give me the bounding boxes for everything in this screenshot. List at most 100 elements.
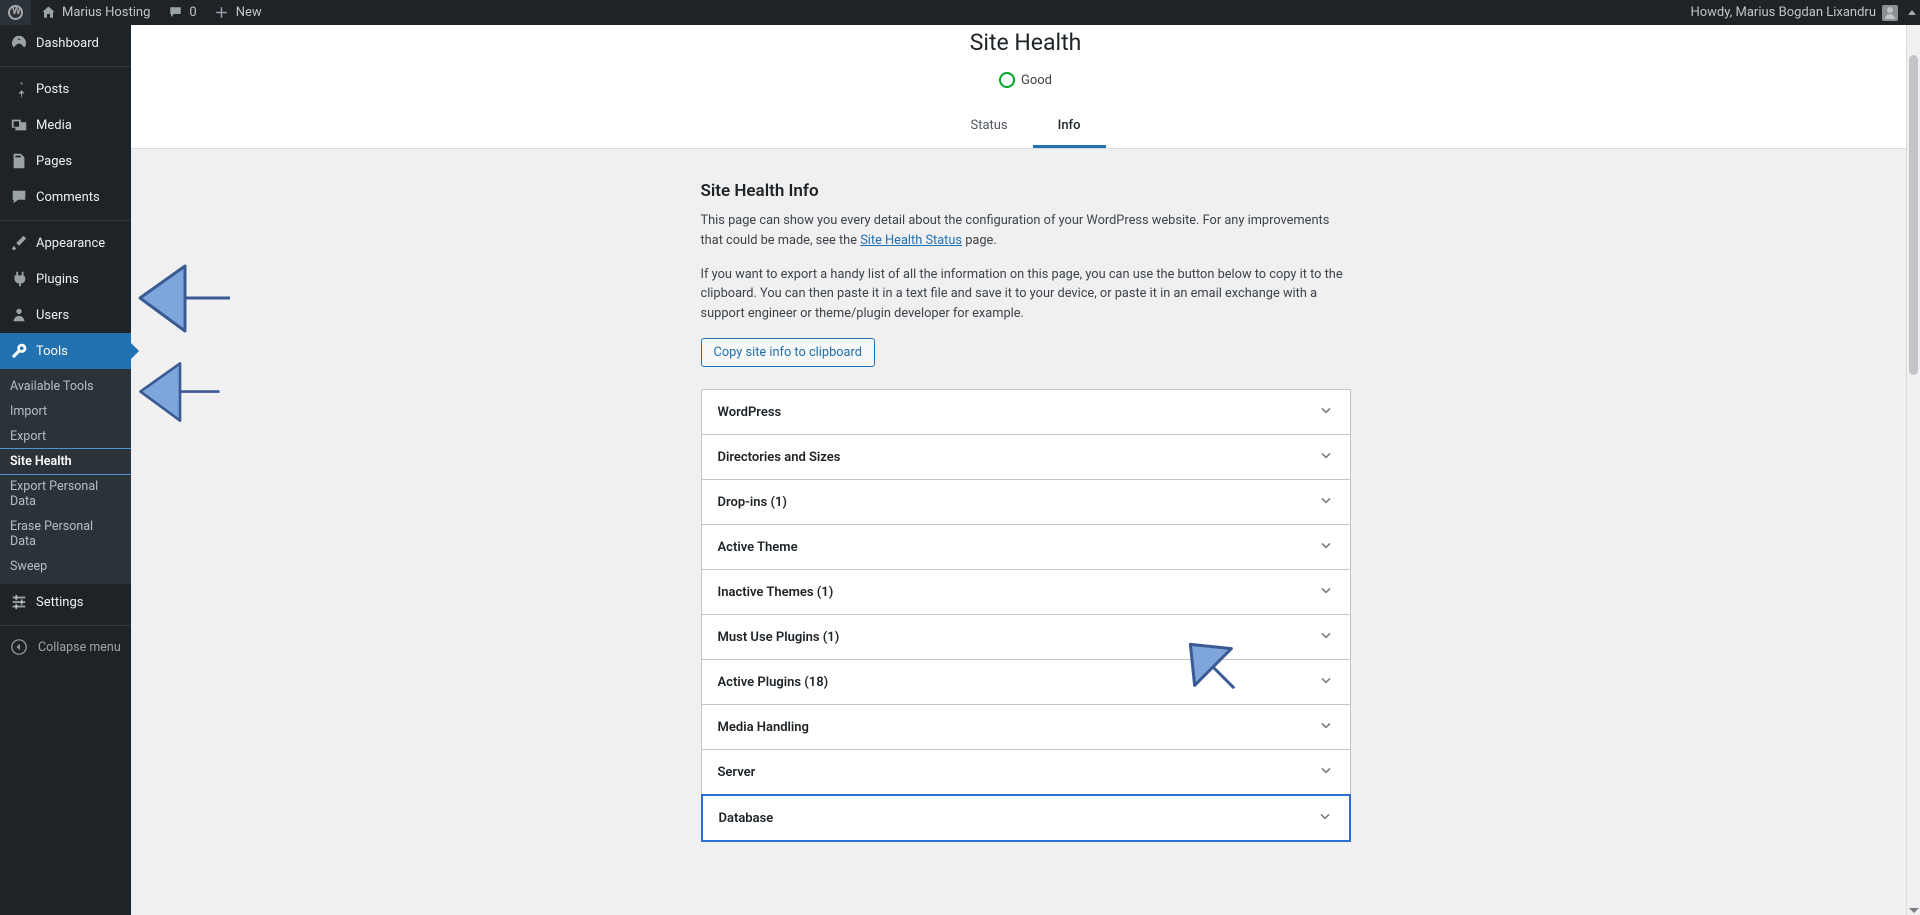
accordion-label: Inactive Themes (1) <box>718 585 834 600</box>
page-icon <box>10 152 28 170</box>
media-icon <box>10 116 28 134</box>
submenu-site-health[interactable]: Site Health <box>0 448 132 475</box>
page-title: Site Health <box>131 25 1920 64</box>
dashboard-icon <box>10 34 28 52</box>
pin-icon <box>10 80 28 98</box>
accordion-label: Media Handling <box>718 720 809 735</box>
accordion-directories[interactable]: Directories and Sizes <box>702 435 1350 480</box>
accordion-dropins[interactable]: Drop-ins (1) <box>702 480 1350 525</box>
new-label: New <box>236 5 262 20</box>
tab-status[interactable]: Status <box>945 108 1032 148</box>
sidebar-item-media[interactable]: Media <box>0 107 131 143</box>
account-link[interactable]: Howdy, Marius Bogdan Lixandru <box>1690 5 1920 21</box>
submenu-export-personal[interactable]: Export Personal Data <box>0 474 131 514</box>
admin-sidebar: Dashboard Posts Media Pages Comments App… <box>0 25 131 915</box>
sidebar-item-posts[interactable]: Posts <box>0 71 131 107</box>
accordion-label: Drop-ins (1) <box>718 495 787 510</box>
tools-submenu: Available Tools Import Export Site Healt… <box>0 369 131 584</box>
wp-logo[interactable] <box>0 0 31 25</box>
accordion-label: Active Plugins (18) <box>718 675 829 690</box>
avatar-icon <box>1882 5 1898 21</box>
sidebar-item-plugins[interactable]: Plugins <box>0 261 131 297</box>
new-content-link[interactable]: New <box>205 0 270 25</box>
accordion-label: WordPress <box>718 405 782 420</box>
sidebar-item-label: Comments <box>36 190 100 205</box>
accordion-mu-plugins[interactable]: Must Use Plugins (1) <box>702 615 1350 660</box>
chevron-down-icon <box>1317 808 1333 828</box>
caret-up-icon <box>1908 10 1916 15</box>
sidebar-item-users[interactable]: Users <box>0 297 131 333</box>
page-header: Site Health Good Status Info <box>131 25 1920 149</box>
health-tabs: Status Info <box>131 108 1920 148</box>
settings-icon <box>10 593 28 611</box>
accordion-database[interactable]: Database <box>701 794 1351 842</box>
scroll-down-icon[interactable] <box>1909 908 1919 913</box>
sidebar-item-pages[interactable]: Pages <box>0 143 131 179</box>
comment-icon <box>10 188 28 206</box>
sidebar-item-label: Pages <box>36 154 72 169</box>
sidebar-item-label: Dashboard <box>36 36 99 51</box>
chevron-down-icon <box>1318 627 1334 647</box>
scroll-thumb[interactable] <box>1909 55 1918 375</box>
site-health-status-link[interactable]: Site Health Status <box>860 233 962 248</box>
accordion-server[interactable]: Server <box>702 750 1350 795</box>
comment-count: 0 <box>189 5 196 20</box>
submenu-available-tools[interactable]: Available Tools <box>0 374 131 399</box>
chevron-down-icon <box>1318 492 1334 512</box>
accordion-inactive-themes[interactable]: Inactive Themes (1) <box>702 570 1350 615</box>
accordion-wordpress[interactable]: WordPress <box>702 390 1350 435</box>
status-good-icon <box>999 72 1015 88</box>
sidebar-item-label: Settings <box>36 595 83 610</box>
arrow-annotation-tools <box>135 261 235 336</box>
chevron-down-icon <box>1318 672 1334 692</box>
chevron-down-icon <box>1318 717 1334 737</box>
wordpress-icon <box>8 5 23 20</box>
comments-link[interactable]: 0 <box>158 0 204 25</box>
tab-info[interactable]: Info <box>1033 108 1106 148</box>
comment-icon <box>166 4 184 22</box>
brush-icon <box>10 234 28 252</box>
submenu-export[interactable]: Export <box>0 424 131 449</box>
chevron-down-icon <box>1318 447 1334 467</box>
accordion-label: Server <box>718 765 756 780</box>
copy-site-info-button[interactable]: Copy site info to clipboard <box>701 338 875 367</box>
plus-icon <box>213 4 231 22</box>
accordion-media-handling[interactable]: Media Handling <box>702 705 1350 750</box>
status-indicator: Good <box>131 64 1920 108</box>
sidebar-item-label: Media <box>36 118 72 133</box>
sidebar-item-appearance[interactable]: Appearance <box>0 225 131 261</box>
sidebar-item-tools[interactable]: Tools <box>0 333 131 369</box>
site-name: Marius Hosting <box>62 5 150 20</box>
info-heading: Site Health Info <box>701 181 1351 201</box>
sidebar-item-label: Posts <box>36 82 69 97</box>
sidebar-item-settings[interactable]: Settings <box>0 584 131 620</box>
submenu-sweep[interactable]: Sweep <box>0 554 131 579</box>
sidebar-item-label: Users <box>36 308 69 323</box>
admin-bar: Marius Hosting 0 New Howdy, Marius Bogda… <box>0 0 1920 25</box>
accordion-label: Must Use Plugins (1) <box>718 630 840 645</box>
info-paragraph-2: If you want to export a handy list of al… <box>701 265 1351 324</box>
chevron-down-icon <box>1318 582 1334 602</box>
submenu-erase-personal[interactable]: Erase Personal Data <box>0 514 131 554</box>
accordion-label: Active Theme <box>718 540 798 555</box>
plug-icon <box>10 270 28 288</box>
accordion-active-theme[interactable]: Active Theme <box>702 525 1350 570</box>
collapse-icon <box>10 638 28 656</box>
collapse-label: Collapse menu <box>38 640 121 655</box>
site-home-link[interactable]: Marius Hosting <box>31 0 158 25</box>
accordion-active-plugins[interactable]: Active Plugins (18) <box>702 660 1350 705</box>
vertical-scrollbar[interactable] <box>1906 25 1920 915</box>
accordion-label: Directories and Sizes <box>718 450 841 465</box>
user-icon <box>10 306 28 324</box>
greeting: Howdy, Marius Bogdan Lixandru <box>1690 5 1876 20</box>
health-accordion: WordPress Directories and Sizes Drop-ins… <box>701 389 1351 842</box>
submenu-import[interactable]: Import <box>0 399 131 424</box>
sidebar-item-comments[interactable]: Comments <box>0 179 131 215</box>
sidebar-item-label: Plugins <box>36 272 79 287</box>
sidebar-item-dashboard[interactable]: Dashboard <box>0 25 131 61</box>
main-content: Site Health Good Status Info Site Health… <box>131 25 1920 915</box>
accordion-label: Database <box>719 811 774 826</box>
collapse-menu[interactable]: Collapse menu <box>0 630 131 664</box>
sidebar-item-label: Tools <box>36 344 68 359</box>
sidebar-item-label: Appearance <box>36 236 105 251</box>
